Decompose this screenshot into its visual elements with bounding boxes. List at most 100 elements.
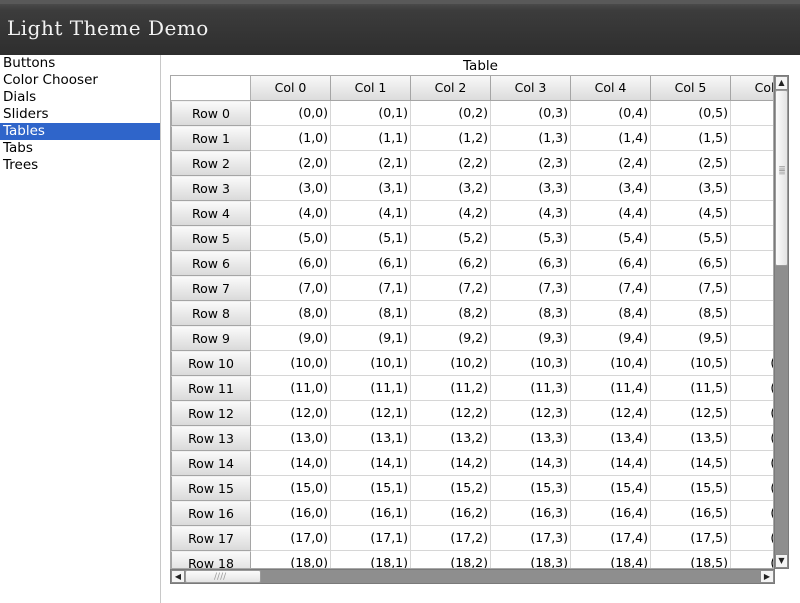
table-cell[interactable]: (0,4) — [571, 101, 651, 126]
table-cell[interactable]: (7,5) — [651, 276, 731, 301]
table-cell[interactable]: (16,2) — [411, 501, 491, 526]
table-cell[interactable]: (1,1) — [331, 126, 411, 151]
table-cell[interactable]: (15,5) — [651, 476, 731, 501]
table-cell[interactable]: (9,0) — [251, 326, 331, 351]
table-cell[interactable]: (11,5) — [651, 376, 731, 401]
scroll-down-arrow-icon[interactable]: ▼ — [775, 554, 788, 568]
table-cell[interactable]: (7,1) — [331, 276, 411, 301]
column-header[interactable]: Col 4 — [571, 76, 651, 101]
row-header-button[interactable]: Row 9 — [171, 326, 251, 351]
table-cell[interactable]: (9,3) — [491, 326, 571, 351]
table-scroll-pane[interactable]: Col 0Col 1Col 2Col 3Col 4Col 5Col 6 Row … — [170, 75, 774, 569]
table-cell[interactable]: (8,3) — [491, 301, 571, 326]
table-cell[interactable]: (9,4) — [571, 326, 651, 351]
table-cell[interactable]: (18,6) — [731, 551, 773, 568]
row-header-button[interactable]: Row 1 — [171, 126, 251, 151]
table-cell[interactable]: (6,3) — [491, 251, 571, 276]
table-cell[interactable]: (7,4) — [571, 276, 651, 301]
table-cell[interactable]: (5,1) — [331, 226, 411, 251]
table-cell[interactable]: (18,1) — [331, 551, 411, 568]
row-header-button[interactable]: Row 3 — [171, 176, 251, 201]
table-cell[interactable]: (6,6) — [731, 251, 773, 276]
table-cell[interactable]: (4,6) — [731, 201, 773, 226]
table-cell[interactable]: (4,3) — [491, 201, 571, 226]
column-header[interactable]: Col 3 — [491, 76, 571, 101]
row-header-button[interactable]: Row 7 — [171, 276, 251, 301]
table-cell[interactable]: (14,6) — [731, 451, 773, 476]
table-cell[interactable]: (14,5) — [651, 451, 731, 476]
table-cell[interactable]: (6,5) — [651, 251, 731, 276]
table-cell[interactable]: (4,4) — [571, 201, 651, 226]
row-header-button[interactable]: Row 10 — [171, 351, 251, 376]
table-cell[interactable]: (9,2) — [411, 326, 491, 351]
table-cell[interactable]: (6,0) — [251, 251, 331, 276]
table-cell[interactable]: (3,2) — [411, 176, 491, 201]
row-header-button[interactable]: Row 4 — [171, 201, 251, 226]
horizontal-scrollbar[interactable]: ◀ //// ▶ — [170, 569, 775, 584]
table-cell[interactable]: (13,0) — [251, 426, 331, 451]
table-cell[interactable]: (0,2) — [411, 101, 491, 126]
table-cell[interactable]: (18,0) — [251, 551, 331, 568]
table-cell[interactable]: (17,0) — [251, 526, 331, 551]
table-cell[interactable]: (17,4) — [571, 526, 651, 551]
table-cell[interactable]: (11,1) — [331, 376, 411, 401]
table-cell[interactable]: (15,3) — [491, 476, 571, 501]
row-header-button[interactable]: Row 15 — [171, 476, 251, 501]
table-cell[interactable]: (16,1) — [331, 501, 411, 526]
table-cell[interactable]: (11,3) — [491, 376, 571, 401]
column-header[interactable]: Col 6 — [731, 76, 773, 101]
table-cell[interactable]: (17,3) — [491, 526, 571, 551]
table-cell[interactable]: (17,1) — [331, 526, 411, 551]
table-cell[interactable]: (0,1) — [331, 101, 411, 126]
table-cell[interactable]: (3,6) — [731, 176, 773, 201]
table-cell[interactable]: (5,0) — [251, 226, 331, 251]
table-cell[interactable]: (18,3) — [491, 551, 571, 568]
table-cell[interactable]: (16,0) — [251, 501, 331, 526]
table-cell[interactable]: (2,4) — [571, 151, 651, 176]
row-header-button[interactable]: Row 0 — [171, 101, 251, 126]
table-cell[interactable]: (8,6) — [731, 301, 773, 326]
table-cell[interactable]: (6,4) — [571, 251, 651, 276]
table-cell[interactable]: (10,5) — [651, 351, 731, 376]
table-cell[interactable]: (17,6) — [731, 526, 773, 551]
sidebar-item-tabs[interactable]: Tabs — [0, 140, 160, 157]
scroll-right-arrow-icon[interactable]: ▶ — [760, 570, 774, 583]
table-cell[interactable]: (5,2) — [411, 226, 491, 251]
table-cell[interactable]: (13,2) — [411, 426, 491, 451]
column-header[interactable]: Col 2 — [411, 76, 491, 101]
table-cell[interactable]: (12,5) — [651, 401, 731, 426]
table-cell[interactable]: (13,4) — [571, 426, 651, 451]
table-cell[interactable]: (16,5) — [651, 501, 731, 526]
sidebar-item-tables[interactable]: Tables — [0, 123, 160, 140]
table-cell[interactable]: (17,2) — [411, 526, 491, 551]
table-cell[interactable]: (4,2) — [411, 201, 491, 226]
table-cell[interactable]: (1,6) — [731, 126, 773, 151]
table-cell[interactable]: (12,6) — [731, 401, 773, 426]
table-cell[interactable]: (14,1) — [331, 451, 411, 476]
table-cell[interactable]: (4,0) — [251, 201, 331, 226]
horizontal-scroll-thumb[interactable]: //// — [185, 570, 261, 583]
table-cell[interactable]: (5,4) — [571, 226, 651, 251]
table-cell[interactable]: (2,6) — [731, 151, 773, 176]
table-cell[interactable]: (0,3) — [491, 101, 571, 126]
table-cell[interactable]: (10,6) — [731, 351, 773, 376]
table-cell[interactable]: (2,0) — [251, 151, 331, 176]
table-cell[interactable]: (5,3) — [491, 226, 571, 251]
table-cell[interactable]: (3,4) — [571, 176, 651, 201]
table-cell[interactable]: (10,0) — [251, 351, 331, 376]
sidebar-item-dials[interactable]: Dials — [0, 89, 160, 106]
table-cell[interactable]: (0,0) — [251, 101, 331, 126]
column-header[interactable]: Col 1 — [331, 76, 411, 101]
table-cell[interactable]: (4,5) — [651, 201, 731, 226]
table-cell[interactable]: (1,4) — [571, 126, 651, 151]
table-cell[interactable]: (15,4) — [571, 476, 651, 501]
row-header-button[interactable]: Row 16 — [171, 501, 251, 526]
row-header-button[interactable]: Row 8 — [171, 301, 251, 326]
table-cell[interactable]: (14,3) — [491, 451, 571, 476]
table-cell[interactable]: (8,1) — [331, 301, 411, 326]
table-cell[interactable]: (13,1) — [331, 426, 411, 451]
table-cell[interactable]: (3,3) — [491, 176, 571, 201]
table-cell[interactable]: (13,6) — [731, 426, 773, 451]
table-cell[interactable]: (9,5) — [651, 326, 731, 351]
table-cell[interactable]: (13,5) — [651, 426, 731, 451]
